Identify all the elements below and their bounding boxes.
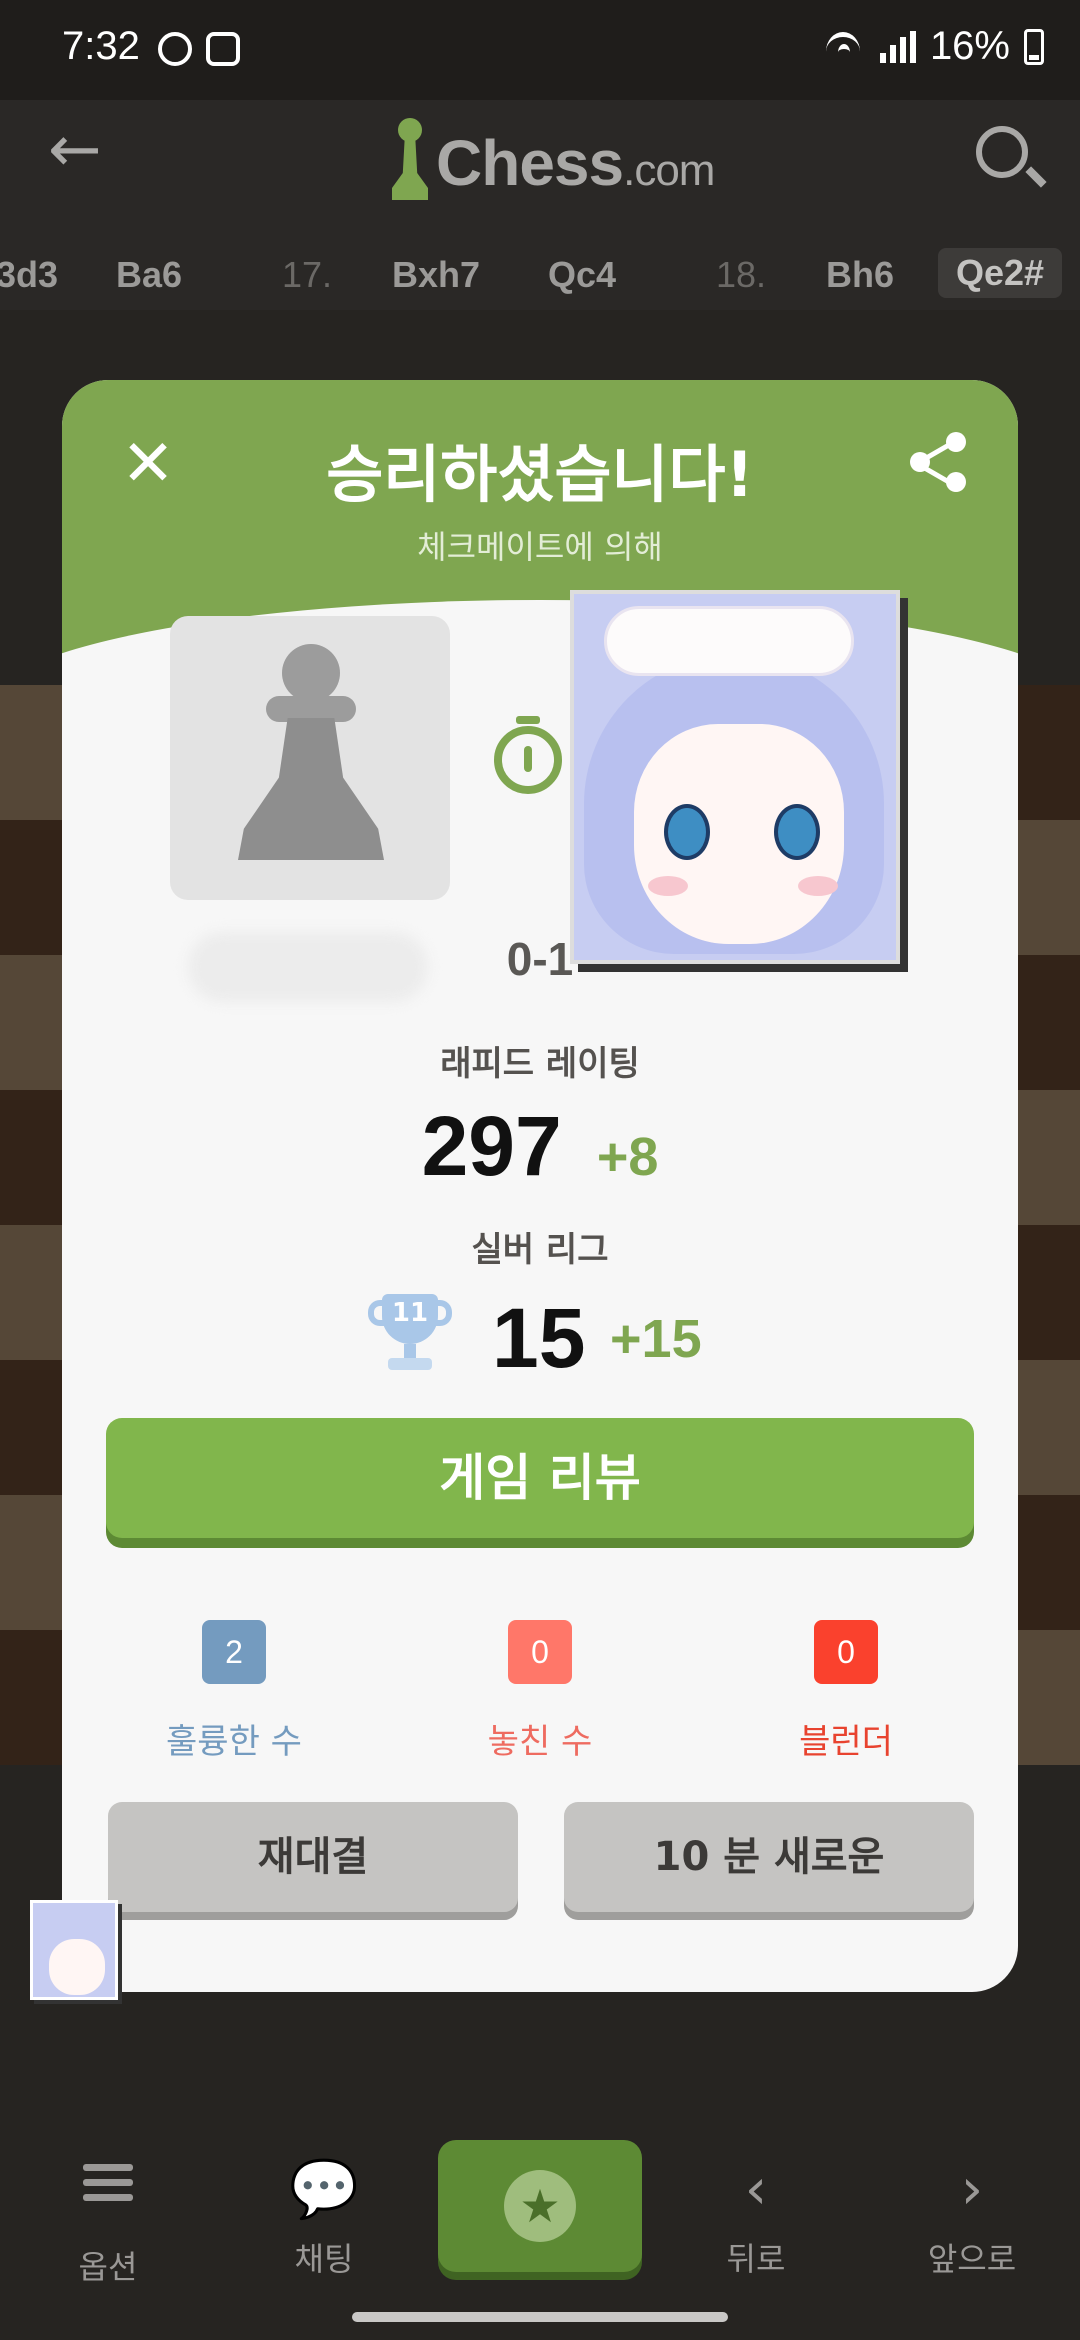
- trophy-icon: 11: [368, 1294, 452, 1374]
- chess-com-logo: Chess.com: [388, 110, 715, 200]
- move-number: 18.: [716, 254, 767, 295]
- move-item[interactable]: Bh6: [826, 254, 894, 296]
- battery-icon: [1024, 28, 1044, 65]
- move-item[interactable]: 3d3: [0, 254, 58, 296]
- nav-center-button[interactable]: ★: [438, 2140, 642, 2272]
- rating-label: 래피드 레이팅: [440, 1044, 640, 1084]
- home-indicator[interactable]: [352, 2312, 728, 2322]
- stat-count: 0: [814, 1620, 878, 1684]
- stat-count: 2: [202, 1620, 266, 1684]
- rating-value: 297: [421, 1099, 562, 1193]
- league-value: 15: [492, 1291, 586, 1385]
- move-item-current[interactable]: Qe2#: [938, 248, 1063, 298]
- share-icon[interactable]: [910, 432, 970, 492]
- game-controller-icon: [158, 32, 192, 66]
- move-list[interactable]: 3d3 Ba6 17. Bxh7 Qc4 18. Bh6 Qe2#: [0, 240, 1080, 310]
- stopwatch-icon: [490, 716, 566, 794]
- player-avatar[interactable]: [170, 616, 450, 896]
- league-delta: +15: [610, 1309, 702, 1369]
- nav-options[interactable]: 옵션: [28, 2156, 188, 2288]
- nav-options-label: 옵션: [78, 2248, 138, 2286]
- status-bar: 7:32 16%: [0, 0, 1080, 100]
- battery-text: 16%: [929, 24, 1010, 68]
- league-label: 실버 리그: [471, 1230, 609, 1270]
- move-item[interactable]: Bxh7: [392, 254, 480, 296]
- mini-opponent-avatar: [30, 1900, 118, 2000]
- trophy-number: 11: [391, 1298, 429, 1328]
- wifi-icon: [822, 30, 866, 64]
- stat-missed: 0 놓친 수: [410, 1620, 670, 1763]
- move-item[interactable]: Qc4: [548, 254, 616, 296]
- stat-label: 놓친 수: [487, 1722, 593, 1762]
- opponent-avatar[interactable]: [570, 590, 900, 964]
- player-name-redacted: [188, 932, 428, 1002]
- result-reason: 체크메이트에 의해: [417, 528, 663, 566]
- signal-icon: [879, 30, 916, 63]
- stat-blunder: 0 블런더: [716, 1620, 976, 1763]
- star-icon: ★: [504, 2170, 576, 2242]
- logo-suffix: .com: [623, 146, 715, 195]
- analysis-search-icon[interactable]: [976, 126, 1028, 178]
- pawn-icon: [230, 644, 390, 874]
- game-review-button[interactable]: 게임 리뷰: [106, 1418, 974, 1538]
- nav-forward[interactable]: › 앞으로: [892, 2156, 1052, 2280]
- pawn-logo-icon: [388, 118, 432, 200]
- logo-text: Chess: [436, 127, 624, 199]
- chevron-left-icon: ‹: [744, 2157, 768, 2222]
- game-over-modal: ✕ 승리하셨습니다! 체크메이트에 의해 0-1 래피드 레이팅 297 +8 …: [62, 380, 1018, 1992]
- chat-bubble-icon: 💬: [289, 2157, 359, 2222]
- status-time: 7:32: [62, 24, 140, 68]
- stat-brilliant: 2 훌륭한 수: [104, 1620, 364, 1763]
- rematch-button[interactable]: 재대결: [108, 1802, 518, 1912]
- rating-row: 297 +8: [62, 1098, 1018, 1195]
- stat-label: 블런더: [799, 1722, 893, 1762]
- league-row: 11 15 +15: [62, 1290, 1018, 1390]
- move-item[interactable]: Ba6: [116, 254, 182, 296]
- nav-chat-label: 채팅: [294, 2240, 354, 2278]
- chevron-right-icon: ›: [960, 2157, 984, 2222]
- nav-forward-label: 앞으로: [927, 2240, 1017, 2278]
- new-game-button[interactable]: 10 분 새로운: [564, 1802, 974, 1912]
- nav-chat[interactable]: 💬 채팅: [244, 2156, 404, 2280]
- result-title: 승리하셨습니다!: [326, 438, 754, 511]
- stat-count: 0: [508, 1620, 572, 1684]
- move-number: 17.: [282, 254, 333, 295]
- gallery-icon: [206, 32, 240, 66]
- status-right: 16%: [822, 24, 1044, 69]
- nav-back[interactable]: ‹ 뒤로: [676, 2156, 836, 2280]
- rating-delta: +8: [596, 1127, 659, 1187]
- list-icon: [28, 2164, 188, 2232]
- back-arrow-icon[interactable]: ←: [48, 118, 108, 182]
- nav-back-label: 뒤로: [726, 2240, 786, 2278]
- stat-label: 훌륭한 수: [166, 1722, 302, 1762]
- bottom-nav: 옵션 💬 채팅 ★ ‹ 뒤로 › 앞으로: [0, 2120, 1080, 2340]
